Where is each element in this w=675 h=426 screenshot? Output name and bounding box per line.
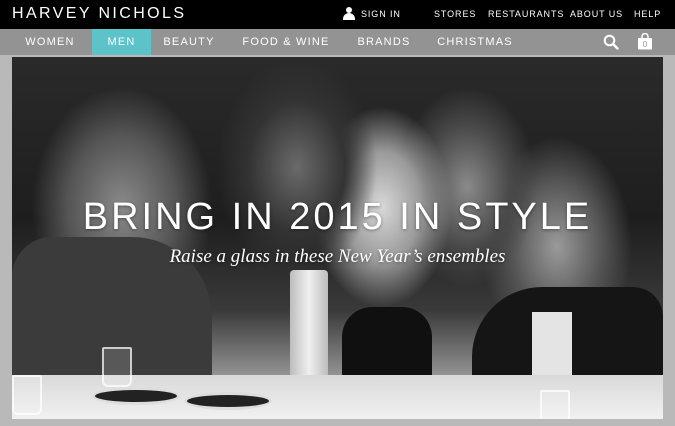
nav-item-food-wine[interactable]: FOOD & WINE xyxy=(238,29,334,55)
sign-in-link[interactable]: SIGN IN xyxy=(343,7,401,20)
main-navigation: WOMEN MEN BEAUTY FOOD & WINE BRANDS CHRI… xyxy=(0,29,675,55)
nav-item-brands[interactable]: BRANDS xyxy=(353,29,415,55)
about-us-link[interactable]: ABOUT US xyxy=(570,9,623,19)
plate xyxy=(184,392,272,410)
nav-item-beauty[interactable]: BEAUTY xyxy=(158,29,220,55)
bag-count: 0 xyxy=(643,40,648,49)
brand-logo[interactable]: HARVEY NICHOLS xyxy=(12,5,186,23)
glass xyxy=(102,347,132,387)
restaurants-link[interactable]: RESTAURANTS xyxy=(488,9,564,19)
search-icon[interactable] xyxy=(603,34,619,50)
plate xyxy=(92,387,180,405)
stores-link[interactable]: STORES xyxy=(434,9,476,19)
hero-headline: BRING IN 2015 IN STYLE xyxy=(82,196,593,238)
sign-in-label: SIGN IN xyxy=(361,8,401,19)
nav-item-christmas[interactable]: CHRISTMAS xyxy=(434,29,516,55)
shopping-bag-icon[interactable]: 0 xyxy=(637,32,653,50)
glass xyxy=(12,375,42,415)
nav-item-men[interactable]: MEN xyxy=(92,29,151,55)
glass xyxy=(540,390,570,419)
top-bar: HARVEY NICHOLS SIGN IN STORES RESTAURANT… xyxy=(0,0,675,29)
help-link[interactable]: HELP xyxy=(634,9,661,19)
user-icon xyxy=(343,7,355,20)
hero-subheadline: Raise a glass in these New Year’s ensemb… xyxy=(169,246,506,267)
nav-item-women[interactable]: WOMEN xyxy=(14,29,86,55)
